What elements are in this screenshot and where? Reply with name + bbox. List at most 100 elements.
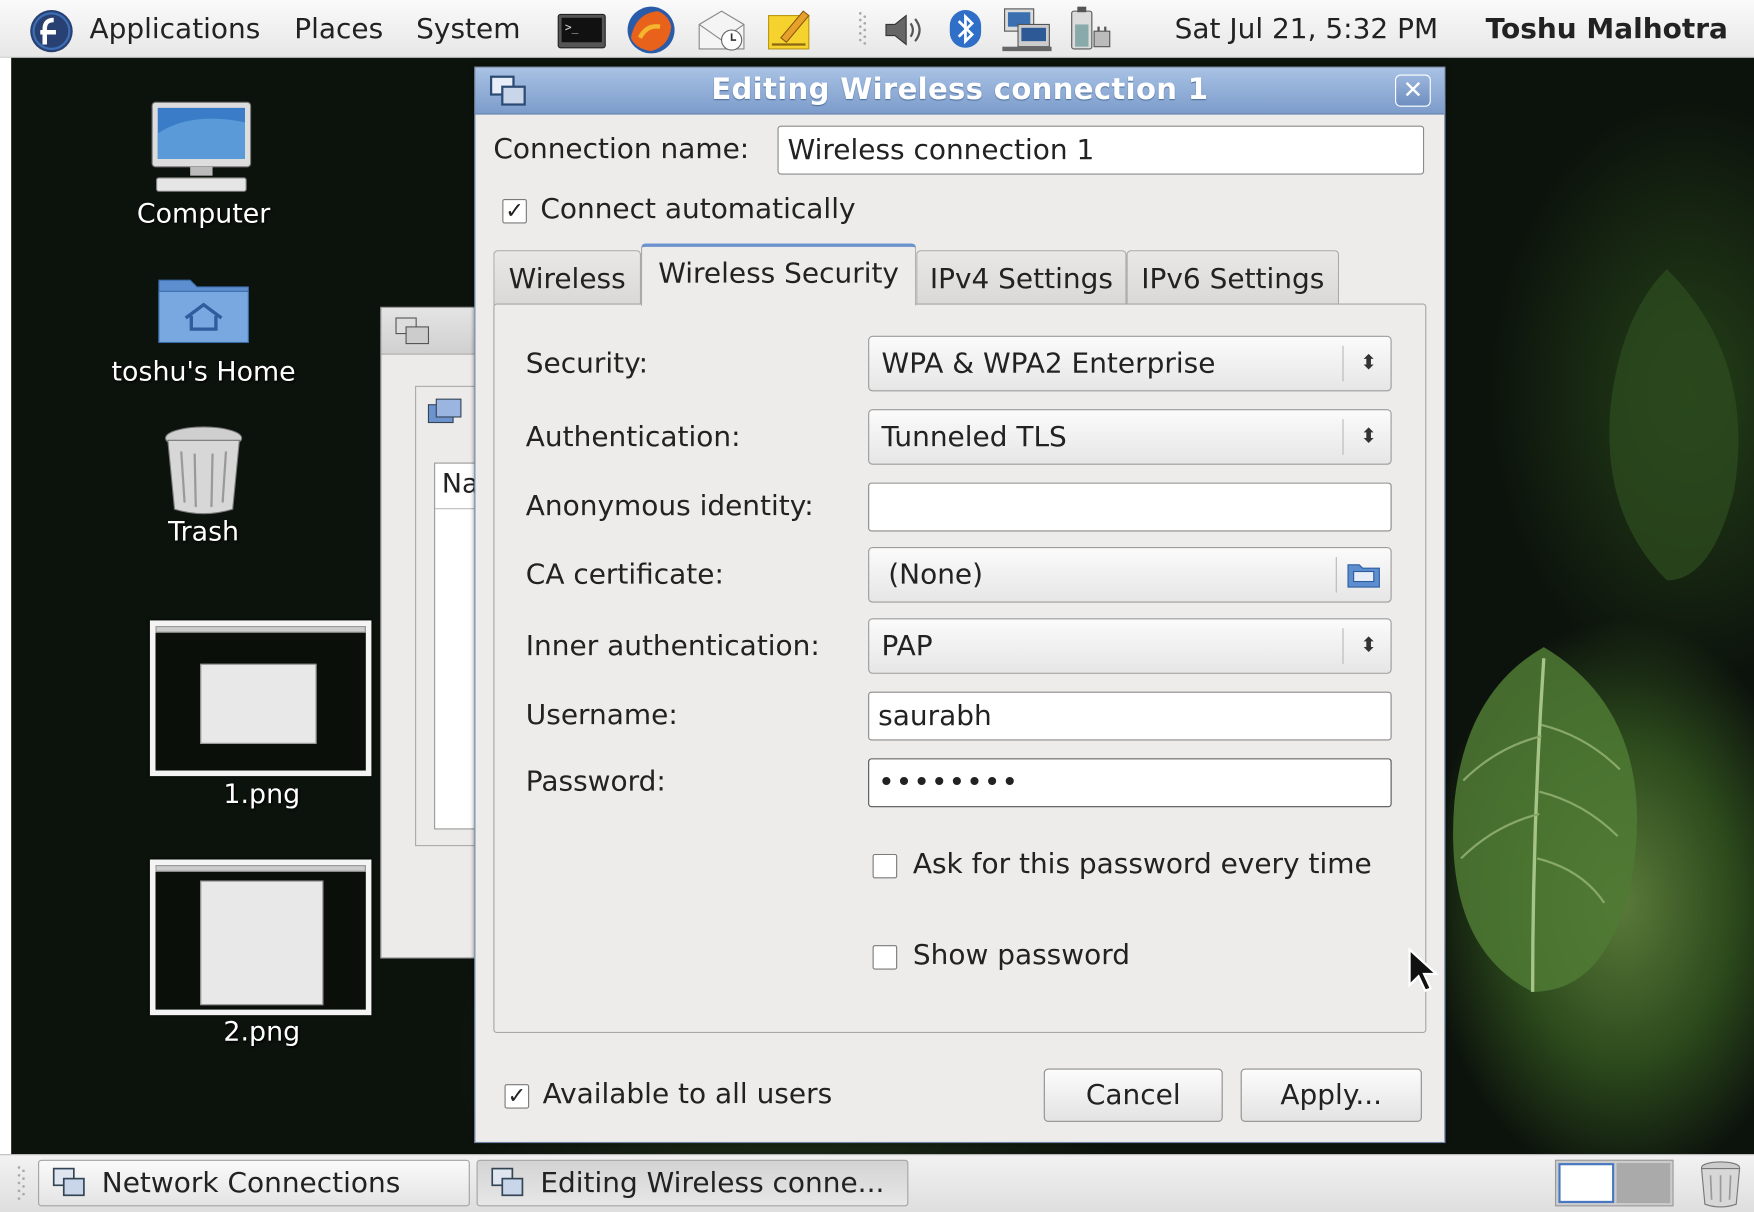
terminal-launcher-icon[interactable]: >_ [557, 13, 606, 49]
computer-icon [151, 101, 252, 192]
combo-separator [1342, 419, 1344, 455]
ca-certificate-label: CA certificate: [525, 558, 724, 591]
inner-authentication-value: PAP [881, 629, 933, 662]
available-all-users-label[interactable]: Available to all users [543, 1077, 833, 1109]
firefox-launcher-icon[interactable] [624, 4, 678, 55]
ask-password-label[interactable]: Ask for this password every time [913, 847, 1372, 879]
password-field[interactable]: •••••••• [868, 758, 1392, 808]
desktop-icon-home[interactable]: toshu's Home [101, 265, 307, 394]
connection-name-label: Connection name: [493, 132, 750, 165]
column-header-name[interactable]: Na [442, 468, 479, 499]
bottom-panel: Network Connections Editing Wireless con… [0, 1154, 1754, 1212]
security-dropdown[interactable]: WPA & WPA2 Enterprise ⬍ [868, 335, 1392, 392]
authentication-value: Tunneled TLS [881, 420, 1067, 453]
thumbnail-content [200, 663, 317, 744]
wallpaper-leaf-2 [1609, 269, 1739, 581]
tab-wireless-security[interactable]: Wireless Security [641, 243, 917, 306]
task-label: Editing Wireless conne... [540, 1166, 885, 1199]
updown-arrow-icon: ⬍ [1360, 424, 1378, 449]
available-all-users-checkbox[interactable]: ✓ [504, 1084, 530, 1109]
network-window-icon [491, 1167, 524, 1197]
network-connections-window[interactable]: Na [380, 306, 485, 959]
volume-icon[interactable] [882, 11, 927, 49]
connection-name-field[interactable]: Wireless connection 1 [777, 125, 1425, 175]
desktop-icon-label: Trash [168, 515, 240, 548]
desktop-icon-trash[interactable]: Trash [112, 423, 295, 556]
combo-separator [1335, 557, 1337, 593]
network-window-icon [52, 1167, 85, 1197]
wireless-security-panel: Security: WPA & WPA2 Enterprise ⬍ Authen… [493, 303, 1427, 1033]
bg-inner-frame: Na [415, 385, 485, 847]
svg-text:>_: >_ [565, 21, 579, 34]
tab-ipv4-settings[interactable]: IPv4 Settings [916, 250, 1127, 306]
ca-certificate-chooser[interactable]: (None) [868, 547, 1392, 603]
tab-wireless[interactable]: Wireless [493, 250, 642, 306]
inner-authentication-dropdown[interactable]: PAP ⬍ [868, 618, 1392, 674]
anonymous-identity-field[interactable] [868, 482, 1392, 532]
trash-icon [165, 426, 243, 515]
combo-separator [1342, 345, 1344, 382]
user-name[interactable]: Toshu Malhotra [1486, 0, 1728, 58]
show-password-label[interactable]: Show password [913, 938, 1130, 970]
wallpaper-leaf [1453, 647, 1638, 992]
thumbnail-content [200, 880, 324, 1006]
updown-arrow-icon: ⬍ [1360, 351, 1378, 375]
cancel-button[interactable]: Cancel [1043, 1068, 1223, 1122]
connect-automatically-checkbox[interactable]: ✓ [502, 199, 527, 224]
security-value: WPA & WPA2 Enterprise [881, 346, 1216, 380]
battery-power-icon[interactable] [1067, 4, 1116, 55]
network-wired-icon [427, 398, 462, 424]
trash-applet-icon[interactable] [1698, 1160, 1743, 1209]
edit-connection-dialog[interactable]: Editing Wireless connection 1 ✕ Connecti… [474, 66, 1446, 1144]
apply-button[interactable]: Apply... [1240, 1068, 1422, 1122]
authentication-dropdown[interactable]: Tunneled TLS ⬍ [868, 409, 1392, 465]
desktop-file-2-thumbnail[interactable] [149, 859, 372, 1016]
username-label: Username: [525, 698, 678, 731]
task-editing-wireless[interactable]: Editing Wireless conne... [476, 1159, 909, 1207]
authentication-label: Authentication: [525, 420, 741, 453]
clock[interactable]: Sat Jul 21, 5:32 PM [1175, 0, 1438, 58]
close-icon: ✕ [1402, 76, 1424, 105]
dialog-titlebar[interactable]: Editing Wireless connection 1 ✕ [475, 67, 1445, 115]
mail-launcher-icon[interactable] [696, 7, 747, 54]
updown-arrow-icon: ⬍ [1360, 633, 1378, 658]
desktop-icon-label: 1.png [223, 778, 301, 810]
screen-edge [0, 57, 12, 1155]
desktop-icon-label: Computer [136, 197, 271, 230]
username-field[interactable]: saurabh [868, 691, 1392, 741]
desktop-icon-computer[interactable]: Computer [112, 96, 295, 241]
fedora-logo-icon[interactable] [29, 9, 74, 53]
menu-applications[interactable]: Applications [89, 0, 260, 58]
dialog-title: Editing Wireless connection 1 [711, 73, 1209, 107]
bluetooth-icon[interactable] [949, 9, 983, 49]
ask-password-checkbox[interactable] [872, 853, 898, 879]
desktop-icon-label: toshu's Home [111, 355, 296, 387]
security-label: Security: [525, 346, 649, 380]
top-panel: Applications Places System >_ Sat Jul 21… [0, 0, 1754, 58]
thumbnail-content [155, 625, 366, 633]
inner-authentication-label: Inner authentication: [525, 629, 820, 662]
show-password-checkbox[interactable] [872, 945, 898, 970]
password-label: Password: [525, 764, 666, 798]
network-window-icon [395, 317, 430, 345]
connect-automatically-label[interactable]: Connect automatically [540, 192, 855, 224]
close-button[interactable]: ✕ [1395, 74, 1431, 107]
menu-system[interactable]: System [416, 0, 520, 58]
workspace-1[interactable] [1558, 1163, 1615, 1204]
screen: Applications Places System >_ Sat Jul 21… [0, 0, 1754, 1212]
workspace-switcher[interactable] [1554, 1159, 1674, 1207]
notes-launcher-icon[interactable] [765, 7, 814, 51]
menu-places[interactable]: Places [294, 0, 383, 58]
bg-window-titlebar[interactable] [381, 307, 480, 355]
task-network-connections[interactable]: Network Connections [38, 1159, 470, 1207]
panel-drag-handle-icon[interactable] [857, 9, 868, 49]
ca-certificate-value: (None) [888, 558, 984, 591]
task-label: Network Connections [101, 1166, 401, 1199]
tab-ipv6-settings[interactable]: IPv6 Settings [1126, 250, 1340, 306]
desktop-file-1[interactable]: 1.png [150, 778, 374, 811]
workspace-2[interactable] [1616, 1163, 1671, 1204]
desktop-file-2[interactable]: 2.png [150, 1016, 374, 1049]
panel-drag-handle-icon[interactable] [16, 1162, 27, 1206]
desktop-file-1-thumbnail[interactable] [149, 620, 372, 777]
network-status-icon[interactable] [1000, 7, 1054, 54]
